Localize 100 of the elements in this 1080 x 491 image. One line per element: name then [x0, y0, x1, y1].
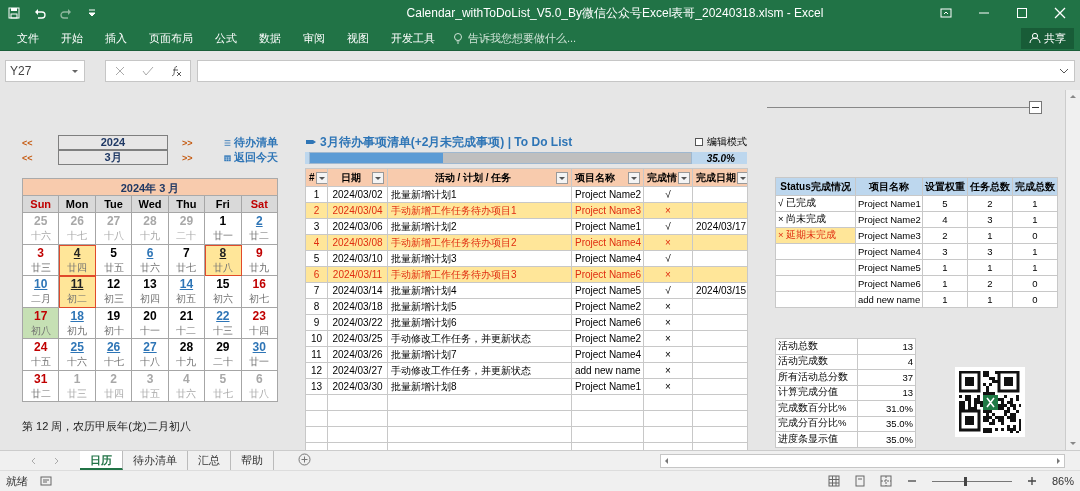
- lunar-date: 十三: [212, 324, 233, 336]
- day-cell[interactable]: 18 初九: [59, 307, 96, 339]
- zoom-thumb[interactable]: [963, 476, 967, 486]
- filter-dropdown[interactable]: [737, 171, 747, 184]
- add-sheet-icon[interactable]: [298, 453, 311, 466]
- column-header: #: [309, 172, 315, 183]
- maximize-icon[interactable]: [1016, 7, 1028, 19]
- day-cell[interactable]: 28 十九: [168, 339, 206, 371]
- next-button[interactable]: >>: [168, 137, 224, 148]
- previous-button[interactable]: <<: [22, 137, 58, 148]
- lunar-date: 初四: [140, 293, 160, 305]
- lunar-date: 十八: [140, 356, 160, 368]
- zoom-in-icon[interactable]: [1025, 475, 1038, 487]
- day-cell[interactable]: 11 初二: [59, 276, 96, 308]
- ribbon-display-icon[interactable]: [940, 7, 952, 19]
- horizontal-scrollbar[interactable]: [660, 453, 1065, 468]
- day-number: 19: [106, 309, 121, 323]
- ribbon-tab[interactable]: 插入: [94, 30, 138, 46]
- lunar-date: 廿七: [212, 387, 233, 399]
- day-cell[interactable]: 31 廿二: [23, 370, 60, 402]
- ribbon-tab[interactable]: 页面布局: [138, 30, 204, 46]
- ribbon-tab[interactable]: 数据: [248, 30, 292, 46]
- ribbon-tab[interactable]: 公式: [204, 30, 248, 46]
- day-cell[interactable]: 16 初七: [241, 276, 278, 308]
- scroll-left-icon[interactable]: [663, 456, 671, 465]
- formula-field[interactable]: [197, 59, 1075, 82]
- scroll-up-icon[interactable]: [1069, 92, 1077, 100]
- page-layout-icon[interactable]: [853, 475, 866, 487]
- day-cell[interactable]: 27 十八: [132, 339, 169, 371]
- scroll-right-icon[interactable]: [1054, 456, 1062, 465]
- column-header: 日期: [340, 170, 362, 185]
- day-number: 5: [110, 246, 117, 260]
- share-button[interactable]: 共享: [1021, 27, 1074, 49]
- next-button[interactable]: >>: [168, 152, 224, 163]
- ribbon-tab[interactable]: 开发工具: [380, 30, 446, 46]
- redo-icon[interactable]: [60, 7, 72, 19]
- lightbulb-icon[interactable]: [452, 32, 464, 44]
- page-break-icon[interactable]: [879, 475, 892, 487]
- day-number: 5: [219, 372, 227, 386]
- filter-dropdown[interactable]: [556, 171, 568, 184]
- day-cell[interactable]: 15 初六: [205, 276, 242, 308]
- function-icon[interactable]: [170, 64, 182, 77]
- filter-dropdown[interactable]: [628, 171, 640, 184]
- day-cell[interactable]: 30 廿一: [241, 339, 278, 371]
- lunar-date: 十九: [140, 230, 160, 242]
- day-cell[interactable]: 8 廿八: [205, 244, 242, 276]
- day-cell[interactable]: 3 廿三: [23, 244, 60, 276]
- weekday-header: Wed: [132, 196, 169, 213]
- day-cell[interactable]: 10 二月: [23, 276, 60, 308]
- day-cell[interactable]: 20 十一: [132, 307, 169, 339]
- day-number: 18: [70, 309, 84, 323]
- cancel-icon[interactable]: [114, 64, 126, 77]
- day-cell[interactable]: 1 廿一: [205, 213, 242, 245]
- edit-mode-checkbox[interactable]: 编辑模式: [695, 135, 747, 149]
- previous-button[interactable]: <<: [22, 152, 58, 163]
- lunar-date: 廿六: [176, 387, 197, 399]
- collapse-group-icon[interactable]: [767, 98, 1043, 114]
- undo-icon[interactable]: [34, 7, 46, 19]
- day-number: 4: [183, 372, 190, 386]
- day-cell[interactable]: 26 十七: [95, 339, 133, 371]
- macro-record-icon[interactable]: [40, 475, 52, 487]
- ribbon-tab[interactable]: 文件: [6, 30, 50, 46]
- tell-me-field[interactable]: 告诉我您想要做什么...: [468, 30, 577, 46]
- ribbon-tab[interactable]: 开始: [50, 30, 94, 46]
- day-number: 13: [143, 278, 157, 292]
- day-cell[interactable]: 29 二十: [205, 339, 242, 371]
- day-cell[interactable]: 17 初八: [23, 307, 60, 339]
- scroll-down-icon[interactable]: [1069, 440, 1077, 448]
- filter-dropdown[interactable]: [372, 171, 384, 184]
- filter-dropdown[interactable]: [678, 171, 690, 184]
- day-cell[interactable]: 24 十五: [23, 339, 60, 371]
- table-cell: 13: [857, 338, 916, 354]
- day-cell[interactable]: 25 十六: [59, 339, 96, 371]
- save-icon[interactable]: [8, 7, 20, 19]
- day-cell[interactable]: 13 初四: [132, 276, 169, 308]
- day-cell[interactable]: 12 初三: [95, 276, 133, 308]
- sheet-tab[interactable]: 日历: [80, 451, 123, 470]
- name-box[interactable]: Y27: [5, 59, 85, 82]
- normal-view-icon[interactable]: [827, 475, 840, 487]
- close-icon[interactable]: [1054, 7, 1066, 19]
- todo-list-link[interactable]: 待办清单: [224, 135, 278, 150]
- ribbon-tab[interactable]: 审阅: [292, 30, 336, 46]
- day-cell[interactable]: 2 廿二: [241, 213, 278, 245]
- zoom-slider[interactable]: [931, 476, 1012, 486]
- day-cell[interactable]: 6 廿六: [132, 244, 169, 276]
- year-field[interactable]: 2024: [58, 135, 168, 150]
- day-cell[interactable]: 4 廿四: [59, 244, 96, 276]
- column-header: 完成情: [647, 170, 677, 185]
- day-number: 25: [34, 215, 48, 229]
- day-number: 10: [34, 278, 48, 292]
- day-cell[interactable]: 14 初五: [168, 276, 206, 308]
- day-number: 17: [34, 309, 48, 323]
- today-link[interactable]: 返回今天: [224, 150, 278, 165]
- progress-reading: 35.0%: [706, 152, 735, 164]
- ribbon-tab[interactable]: 视图: [336, 30, 380, 46]
- customize-icon[interactable]: [86, 7, 98, 19]
- month-field[interactable]: 3月: [58, 150, 168, 165]
- filter-dropdown[interactable]: [315, 171, 327, 184]
- day-cell[interactable]: 22 十三: [205, 307, 242, 339]
- lunar-date: 廿四: [67, 261, 88, 273]
